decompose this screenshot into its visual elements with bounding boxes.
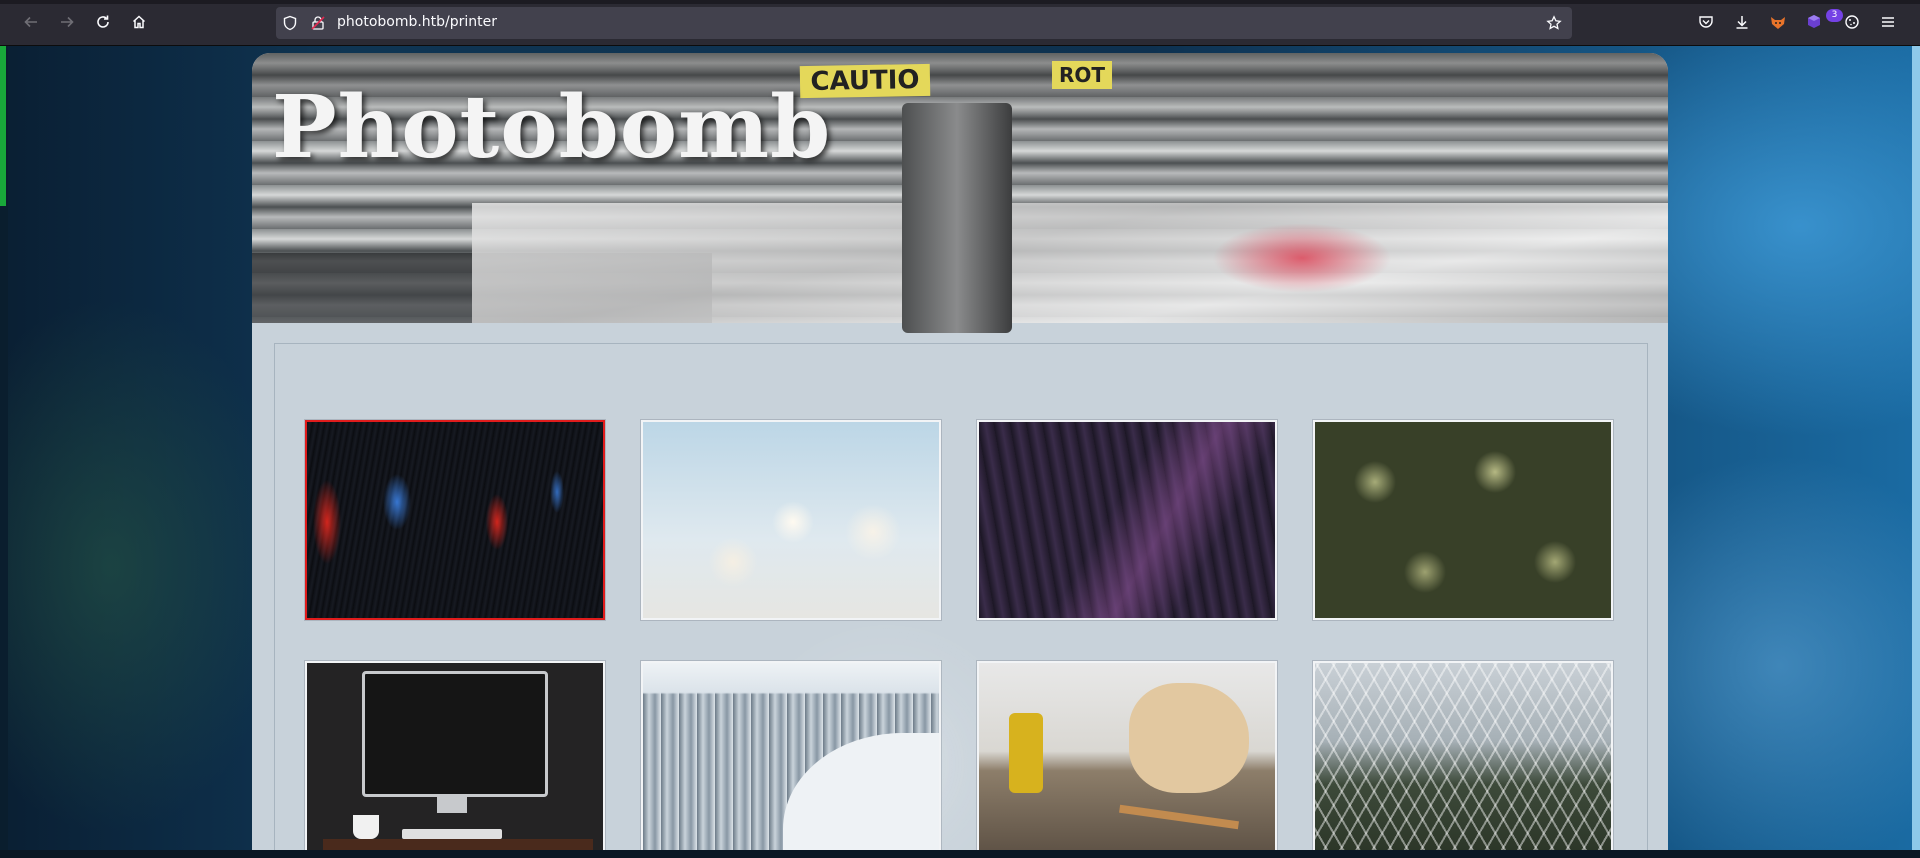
- extension-cube-icon: [1805, 13, 1823, 35]
- photobomb-page: CAUTIO ROT Photobomb: [252, 53, 1668, 858]
- thumb-keyboard: [402, 829, 502, 839]
- bookmark-star-icon[interactable]: [1546, 15, 1562, 35]
- url-bar[interactable]: photobomb.htb/printer: [276, 7, 1572, 39]
- pocket-button[interactable]: [1692, 10, 1720, 38]
- app-menu-button[interactable]: [1874, 10, 1902, 38]
- site-header-banner: CAUTIO ROT Photobomb: [252, 53, 1668, 333]
- reload-button[interactable]: [89, 10, 117, 38]
- pocket-icon: [1698, 14, 1714, 34]
- hamburger-menu-icon: [1880, 14, 1896, 34]
- forward-arrow-icon: [59, 14, 75, 34]
- back-button[interactable]: [17, 10, 45, 38]
- tracking-shield-icon[interactable]: [282, 15, 298, 35]
- thumb-monitor: [362, 671, 548, 797]
- photo-thumbnail-2[interactable]: [641, 420, 941, 620]
- thumb-drill: [1009, 713, 1043, 793]
- thumb-chisel: [1119, 804, 1239, 830]
- thumb-guitar-body: [1129, 683, 1249, 793]
- thumb-snow: [783, 733, 939, 858]
- extension-cube-button[interactable]: [1800, 10, 1828, 38]
- insecure-lock-icon[interactable]: [310, 15, 326, 35]
- window-right-edge: [1912, 46, 1920, 858]
- photo-thumbnail-7[interactable]: [977, 661, 1277, 858]
- window-left-accent: [0, 46, 6, 206]
- window-top-edge: [0, 0, 1920, 4]
- browser-toolbar: photobomb.htb/printer 3: [0, 0, 1920, 46]
- window-bottom-edge: [0, 850, 1920, 858]
- forward-button[interactable]: [53, 10, 81, 38]
- downloads-icon: [1734, 14, 1750, 34]
- photo-thumbnail-3[interactable]: [977, 420, 1277, 620]
- thumb-cup: [353, 815, 379, 839]
- back-arrow-icon: [23, 14, 39, 34]
- photo-thumbnail-4[interactable]: [1313, 420, 1613, 620]
- url-text[interactable]: photobomb.htb/printer: [337, 14, 497, 30]
- foxyproxy-icon: [1769, 13, 1787, 35]
- cookie-icon: [1844, 14, 1860, 34]
- downloads-button[interactable]: [1728, 10, 1756, 38]
- photo-gallery: [274, 343, 1648, 858]
- photo-thumbnail-6[interactable]: [641, 661, 941, 858]
- home-icon: [131, 14, 147, 34]
- thumb-monitor-stand: [437, 797, 467, 813]
- photo-thumbnail-1[interactable]: [305, 420, 605, 620]
- cookie-editor-button[interactable]: [1838, 10, 1866, 38]
- banner-rot-sign: ROT: [1052, 61, 1112, 89]
- site-title: Photobomb: [272, 77, 832, 178]
- home-button[interactable]: [125, 10, 153, 38]
- reload-icon: [95, 14, 111, 34]
- banner-ink-streak: [1212, 223, 1392, 293]
- banner-paper-roll: [472, 203, 1668, 323]
- photo-thumbnail-8[interactable]: [1313, 661, 1613, 858]
- photo-thumbnail-5[interactable]: [305, 661, 605, 858]
- foxyproxy-extension-button[interactable]: [1764, 10, 1792, 38]
- banner-printer-bracket: [902, 103, 1012, 333]
